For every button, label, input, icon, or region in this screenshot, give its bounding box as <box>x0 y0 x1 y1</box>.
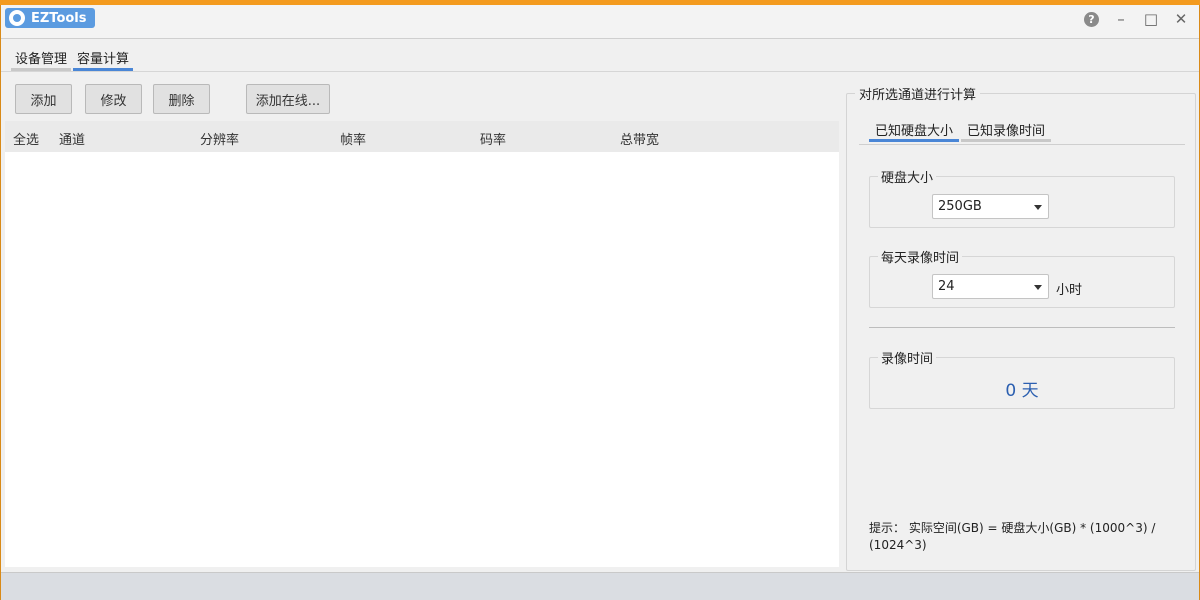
frame-rate-header[interactable]: 帧率 <box>340 129 366 148</box>
tab-known-disk-size[interactable]: 已知硬盘大小 <box>869 116 960 142</box>
app-window: EZTools ? – □ ✕ 设备管理 容量计算 添加 修改 删除 添加在线.… <box>0 5 1200 600</box>
delete-button[interactable]: 删除 <box>153 84 210 114</box>
record-time-group: 录像时间 0 天 <box>869 348 1175 409</box>
calculation-panel: 对所选通道进行计算 已知硬盘大小 已知录像时间 硬盘大小 250GB 每天录像时… <box>846 84 1196 571</box>
main-tabs: 设备管理 容量计算 <box>11 45 134 71</box>
minimize-icon[interactable]: – <box>1113 10 1129 28</box>
edit-button[interactable]: 修改 <box>85 84 142 114</box>
chevron-down-icon <box>1034 285 1042 290</box>
disk-size-value: 250GB <box>938 199 982 214</box>
add-online-button[interactable]: 添加在线... <box>246 84 330 114</box>
help-icon[interactable]: ? <box>1084 11 1099 27</box>
disk-size-group: 硬盘大小 250GB <box>869 167 1175 228</box>
window-controls: ? – □ ✕ <box>1084 10 1189 28</box>
select-all-header[interactable]: 全选 <box>13 129 39 148</box>
disk-size-label: 硬盘大小 <box>878 167 937 186</box>
disk-size-select[interactable]: 250GB <box>932 194 1049 219</box>
resolution-header[interactable]: 分辨率 <box>200 129 239 148</box>
formula-hint: 提示： 实际空间(GB) = 硬盘大小(GB) * (1000^3) / (10… <box>869 521 1156 552</box>
daily-record-value: 24 <box>938 279 955 294</box>
hours-unit-label: 小时 <box>1056 283 1083 298</box>
close-icon[interactable]: ✕ <box>1173 10 1189 28</box>
camera-logo-icon <box>9 10 25 26</box>
tab-device-management[interactable]: 设备管理 <box>11 45 72 71</box>
record-time-unit: 天 <box>1021 381 1039 401</box>
status-bar <box>1 572 1199 600</box>
app-title-badge: EZTools <box>5 8 95 28</box>
calculation-panel-title: 对所选通道进行计算 <box>855 84 981 103</box>
daily-record-group: 每天录像时间 24 小时 <box>869 247 1175 308</box>
record-time-result: 0 天 <box>870 376 1174 401</box>
daily-record-label: 每天录像时间 <box>878 247 963 266</box>
channel-header[interactable]: 通道 <box>59 129 85 148</box>
maximize-icon[interactable]: □ <box>1143 10 1159 28</box>
channel-table: 全选 通道 分辨率 帧率 码率 总带宽 <box>5 121 839 567</box>
section-divider <box>869 327 1175 328</box>
title-bar: EZTools ? – □ ✕ <box>1 5 1199 39</box>
tab-known-record-time[interactable]: 已知录像时间 <box>961 116 1052 142</box>
calculation-tabs: 已知硬盘大小 已知录像时间 <box>869 116 1052 142</box>
chevron-down-icon <box>1034 205 1042 210</box>
app-name: EZTools <box>31 10 87 26</box>
bitrate-header[interactable]: 码率 <box>480 129 506 148</box>
record-time-value: 0 <box>1005 381 1017 401</box>
total-bandwidth-header[interactable]: 总带宽 <box>620 129 659 148</box>
tabs-divider <box>1 71 1199 72</box>
table-header: 全选 通道 分辨率 帧率 码率 总带宽 <box>5 121 839 152</box>
add-button[interactable]: 添加 <box>15 84 72 114</box>
daily-record-select[interactable]: 24 <box>932 274 1049 299</box>
tab-capacity-calculation[interactable]: 容量计算 <box>73 45 134 71</box>
record-time-label: 录像时间 <box>878 348 937 367</box>
calculation-tabs-divider <box>859 144 1185 145</box>
